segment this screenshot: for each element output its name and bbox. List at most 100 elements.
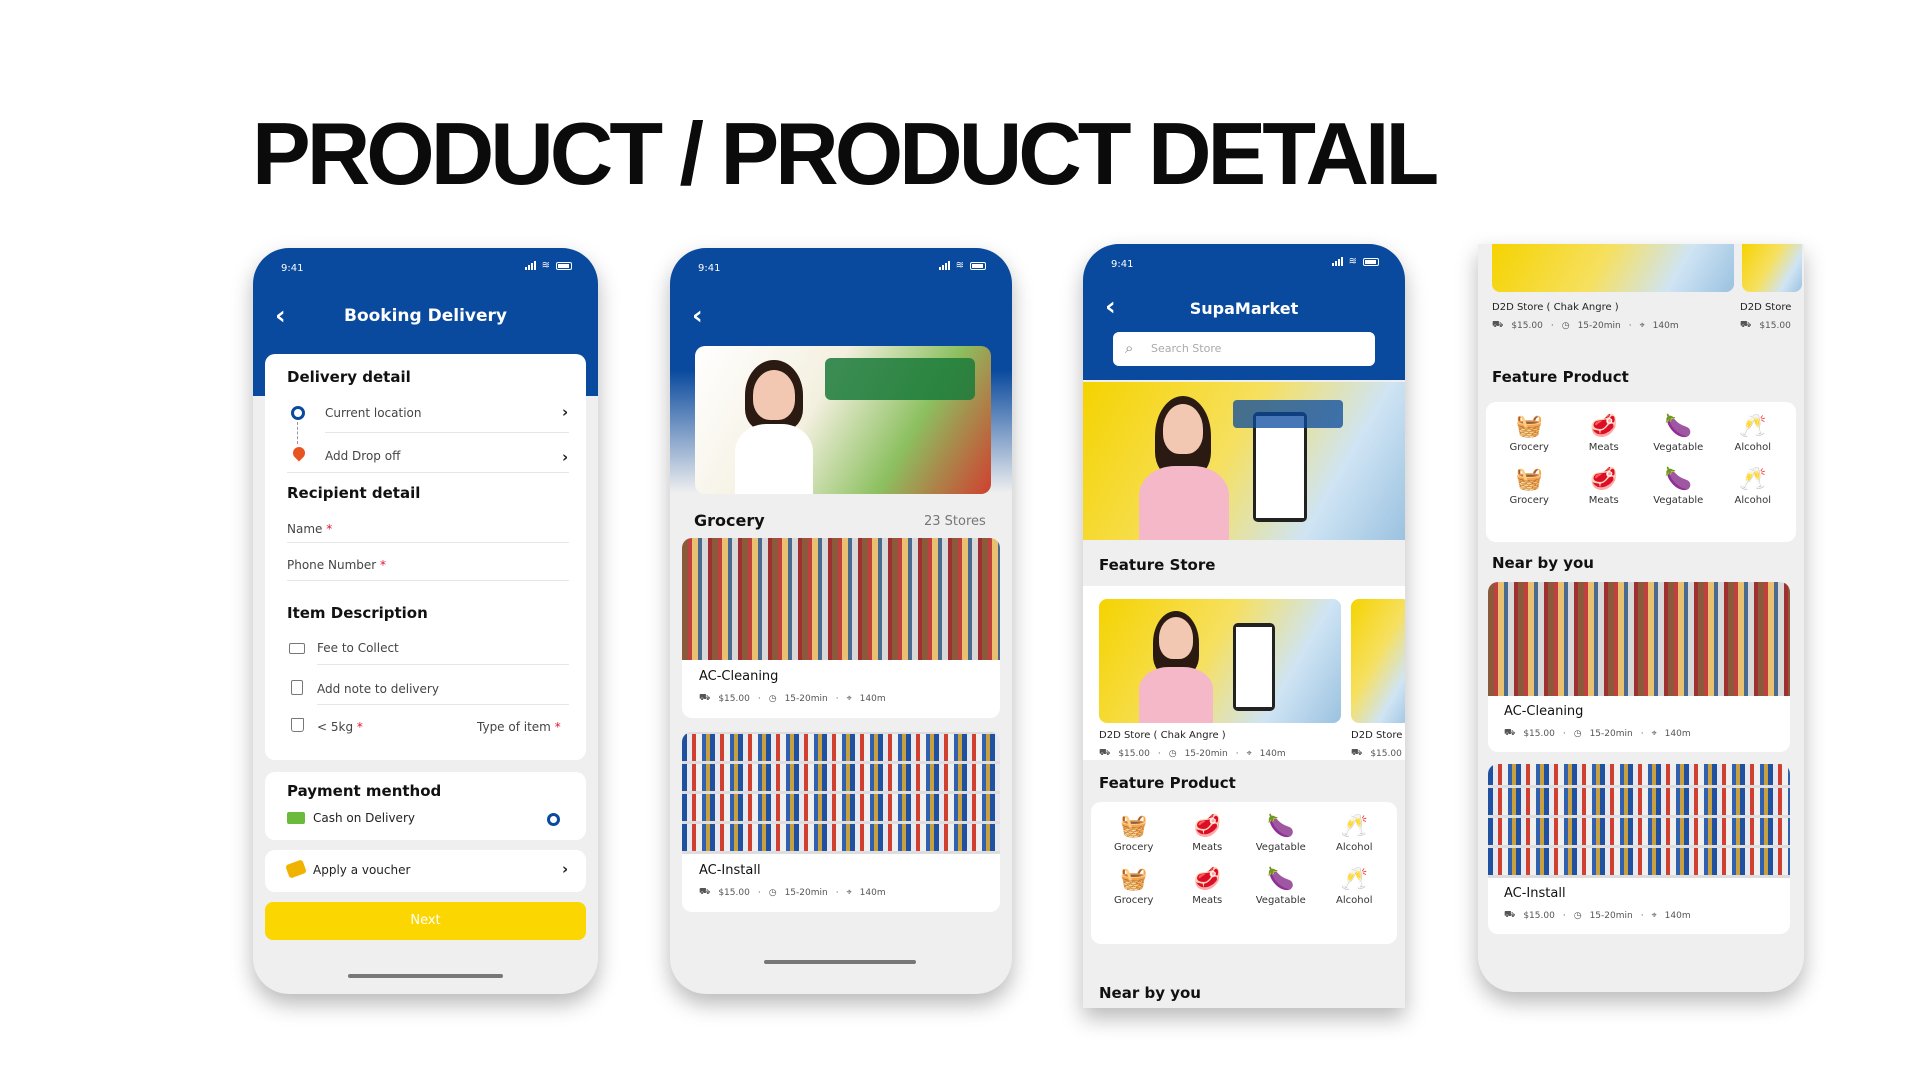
grocery-category[interactable]: 🧺 Grocery (1492, 465, 1567, 506)
payment-card: Payment menthod Cash on Delivery (265, 772, 586, 840)
item-distance: 140m (1664, 910, 1691, 921)
search-placeholder: Search Store (1151, 342, 1222, 355)
back-chevron-icon[interactable]: ‹ (692, 303, 703, 329)
alcohol-icon: 🥂 (1340, 814, 1368, 839)
item-time: 15-20min (784, 887, 828, 898)
store-time: 15-20min (1577, 320, 1621, 331)
battery-icon (970, 261, 986, 270)
chevron-right-icon[interactable]: › (562, 448, 568, 466)
alcohol-category[interactable]: 🥂 Alcohol (1716, 465, 1791, 506)
current-location[interactable]: Current location (325, 406, 422, 420)
cash-option[interactable]: Cash on Delivery (313, 811, 415, 825)
list-item[interactable]: AC-Install ⛟ $15.00 · ◷ 15-20min · ⌖ 140m (1488, 764, 1790, 934)
status-time: 9:41 (698, 263, 721, 274)
phone-grocery: 9:41 ≋ ‹ Grocery 23 Stores AC-Cleaning ⛟… (670, 248, 1012, 994)
grocery-category[interactable]: 🧺 Grocery (1097, 865, 1171, 906)
weight-field[interactable]: < 5kg (317, 720, 353, 734)
alcohol-icon: 🥂 (1739, 414, 1767, 439)
vegetable-icon: 🍆 (1664, 414, 1692, 439)
voucher-label: Apply a voucher (313, 863, 411, 877)
chevron-right-icon[interactable]: › (562, 403, 568, 421)
vegetable-category[interactable]: 🍆 Vegatable (1641, 465, 1716, 506)
alcohol-category[interactable]: 🥂 Alcohol (1318, 812, 1392, 853)
clock-icon: ◷ (1168, 748, 1177, 759)
home-indicator (348, 974, 503, 978)
list-item[interactable]: AC-Cleaning ⛟ $15.00 · ◷ 15-20min · ⌖ 140m (1488, 582, 1790, 752)
phone-field[interactable]: Phone Number (287, 558, 376, 572)
store-time: 15-20min (1184, 748, 1228, 759)
grocery-category[interactable]: 🧺 Grocery (1492, 412, 1567, 453)
store-price: $15.00 (1118, 748, 1150, 759)
phone-booking: 9:41 ≋ ‹ Booking Delivery Delivery detai… (253, 248, 598, 994)
feature-store-heading: Feature Store (1099, 556, 1216, 574)
store-price: $15.00 (1370, 748, 1402, 759)
next-button[interactable]: Next (265, 902, 586, 940)
type-field[interactable]: Type of item (477, 720, 551, 734)
store-banner-image (1083, 382, 1405, 540)
item-price: $15.00 (718, 887, 750, 898)
vegetable-category[interactable]: 🍆 Vegatable (1641, 412, 1716, 453)
battery-icon (556, 261, 572, 270)
alcohol-icon: 🥂 (1340, 867, 1368, 892)
item-time: 15-20min (1589, 728, 1633, 739)
delivery-icon: ⛟ (1504, 728, 1516, 738)
status-bar: 9:41 ≋ (253, 248, 598, 282)
location-ring-icon (291, 406, 305, 420)
divider (287, 472, 569, 473)
clock-icon: ◷ (768, 693, 777, 704)
delivery-icon: ⛟ (1351, 748, 1363, 758)
store-card-image[interactable] (1492, 244, 1734, 292)
category-card: 🧺 Grocery 🥩 Meats 🍆 Vegatable 🥂 Alcohol 🧺 Gro… (1486, 402, 1796, 542)
wifi-icon: ≋ (955, 260, 964, 271)
alcohol-category[interactable]: 🥂 Alcohol (1716, 412, 1791, 453)
meats-category[interactable]: 🥩 Meats (1567, 465, 1642, 506)
meats-category[interactable]: 🥩 Meats (1171, 812, 1245, 853)
vegetable-icon: 🍆 (1267, 867, 1295, 892)
delivery-icon: ⛟ (1504, 910, 1516, 920)
item-price: $15.00 (718, 693, 750, 704)
battery-icon (1363, 257, 1379, 266)
list-item[interactable]: AC-Install ⛟ $15.00 · ◷ 15-20min · ⌖ 140m (682, 732, 1000, 912)
meat-icon: 🥩 (1193, 814, 1221, 839)
status-bar: 9:41 ≋ (1083, 244, 1405, 278)
store-card-image[interactable] (1351, 599, 1405, 723)
item-price: $15.00 (1523, 728, 1555, 739)
route-line (297, 422, 298, 444)
distance-icon: ⌖ (1639, 320, 1645, 331)
list-item[interactable]: AC-Cleaning ⛟ $15.00 · ◷ 15-20min · ⌖ 140m (682, 538, 1000, 718)
item-name: AC-Cleaning (1504, 704, 1584, 719)
clock-icon: ◷ (1561, 320, 1570, 331)
page-title: PRODUCT / PRODUCT DETAIL (252, 104, 1439, 203)
cash-icon (287, 812, 305, 824)
header-title: Booking Delivery (343, 306, 507, 326)
vegetable-category[interactable]: 🍆 Vegatable (1244, 812, 1318, 853)
meats-category[interactable]: 🥩 Meats (1171, 865, 1245, 906)
store-card-image[interactable] (1742, 244, 1802, 292)
meats-category[interactable]: 🥩 Meats (1567, 412, 1642, 453)
voucher-icon (285, 859, 307, 879)
note-field[interactable]: Add note to delivery (317, 682, 439, 696)
delivery-icon: ⛟ (1492, 320, 1504, 330)
radio-button[interactable] (547, 813, 560, 826)
divider (287, 542, 569, 543)
distance-icon: ⌖ (846, 887, 852, 898)
item-name: AC-Install (1504, 886, 1566, 901)
vegetable-category[interactable]: 🍆 Vegatable (1244, 865, 1318, 906)
alcohol-category[interactable]: 🥂 Alcohol (1318, 865, 1392, 906)
item-distance: 140m (1664, 728, 1691, 739)
divider (317, 704, 569, 705)
fee-field[interactable]: Fee to Collect (317, 641, 399, 655)
delivery-icon: ⛟ (1099, 748, 1111, 758)
category-card: 🧺 Grocery 🥩 Meats 🍆 Vegatable 🥂 Alcohol 🧺 Gro… (1091, 802, 1397, 944)
grocery-category[interactable]: 🧺 Grocery (1097, 812, 1171, 853)
recipient-detail-heading: Recipient detail (287, 484, 421, 502)
voucher-card[interactable]: Apply a voucher › (265, 850, 586, 892)
name-field[interactable]: Name (287, 522, 322, 536)
search-input[interactable]: ⌕ Search Store (1113, 332, 1375, 366)
item-distance: 140m (859, 887, 886, 898)
add-drop-off[interactable]: Add Drop off (325, 449, 400, 463)
item-name: AC-Cleaning (699, 669, 779, 684)
divider (317, 664, 569, 665)
signal-icon (1331, 257, 1343, 266)
store-card-image[interactable] (1099, 599, 1341, 723)
